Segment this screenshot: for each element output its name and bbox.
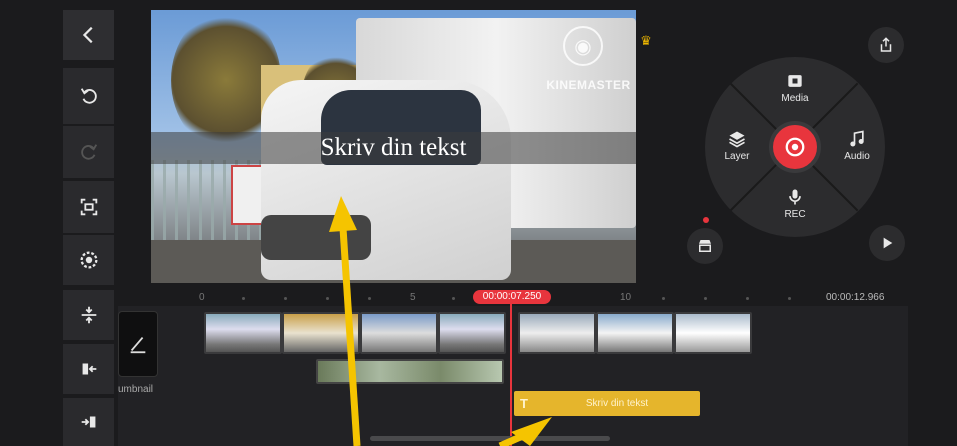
chevron-left-icon (82, 26, 93, 44)
fullscreen-button[interactable] (63, 181, 114, 233)
gear-icon (80, 251, 97, 269)
playhead[interactable] (510, 304, 512, 446)
settings-button[interactable] (63, 235, 114, 285)
layer-label: Layer (724, 151, 750, 162)
jump-end-button[interactable] (63, 398, 114, 446)
kinemaster-editor: Skriv din tekst ◉ KINEMASTER ♛ Media Lay… (0, 0, 957, 446)
audio-button[interactable]: Audio (827, 129, 885, 162)
ruler-label-0: 0 (199, 292, 205, 303)
export-button[interactable] (868, 27, 904, 63)
video-clip-thumb[interactable] (438, 312, 506, 354)
redo-icon (80, 144, 97, 160)
notification-dot (703, 217, 709, 223)
clip-arrow-left-icon (82, 363, 96, 375)
video-clip-thumb[interactable] (596, 312, 674, 354)
ruler-label-5: 5 (410, 292, 416, 303)
watermark-text: KINEMASTER (546, 78, 631, 92)
asset-store-button[interactable] (687, 228, 723, 264)
expand-frame-icon (80, 198, 97, 216)
jump-start-button[interactable] (63, 344, 114, 394)
kinemaster-logo-icon: ◉ (563, 26, 603, 66)
text-icon: T (520, 396, 528, 411)
redo-button[interactable] (63, 126, 114, 178)
undo-icon (80, 88, 97, 104)
crown-icon[interactable]: ♛ (638, 34, 654, 48)
video-clip-thumb[interactable] (518, 312, 596, 354)
text-layer-clip[interactable]: T Skriv din tekst (514, 391, 700, 416)
pen-icon (130, 336, 146, 354)
rec-button[interactable]: REC (765, 187, 825, 220)
track-height-button[interactable] (63, 290, 114, 340)
video-clip-thumb[interactable] (360, 312, 438, 354)
play-button[interactable] (869, 225, 905, 261)
undo-button[interactable] (63, 68, 114, 124)
share-icon (880, 37, 892, 52)
video-clip-thumb[interactable] (204, 312, 282, 354)
layers-icon (729, 131, 745, 148)
store-icon (699, 240, 711, 252)
ruler-label-10: 10 (620, 292, 632, 303)
video-clip-thumb[interactable] (282, 312, 360, 354)
clip-arrow-right-icon (81, 416, 95, 428)
media-icon (788, 75, 802, 87)
image-layer-clip[interactable] (316, 359, 504, 384)
thumbnail-label: umbnail (118, 384, 154, 395)
video-clip-thumb[interactable] (674, 312, 752, 354)
microphone-icon (789, 189, 801, 205)
back-button[interactable] (63, 10, 114, 60)
media-label: Media (781, 93, 809, 104)
total-duration: 00:00:12.966 (826, 292, 885, 303)
timeline-scrollbar[interactable] (370, 436, 610, 441)
current-time-badge: 00:00:07.250 (473, 290, 551, 304)
video-preview[interactable]: Skriv din tekst ◉ KINEMASTER (151, 10, 636, 283)
music-note-icon (850, 130, 864, 147)
text-clip-label: Skriv din tekst (585, 398, 649, 409)
media-button[interactable]: Media (765, 71, 825, 104)
expand-vertical-icon (81, 306, 96, 324)
preview-text-overlay[interactable]: Skriv din tekst (151, 132, 636, 164)
camera-shutter-icon (785, 137, 805, 157)
capture-button[interactable] (769, 121, 821, 173)
thumbnail-button[interactable] (118, 311, 158, 377)
rec-label: REC (784, 209, 806, 220)
layer-button[interactable]: Layer (707, 129, 767, 162)
audio-label: Audio (844, 151, 870, 162)
play-icon (883, 237, 893, 249)
